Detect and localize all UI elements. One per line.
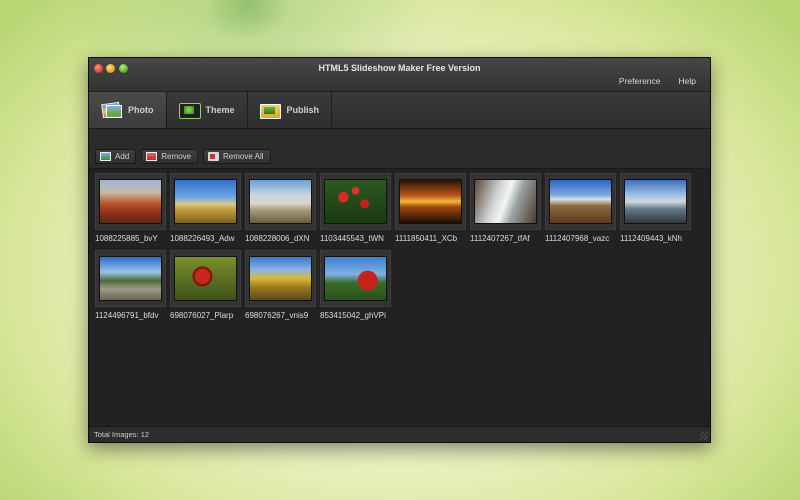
app-window: HTML5 Slideshow Maker Free Version Prefe… bbox=[88, 57, 711, 443]
remove-photo-icon bbox=[146, 152, 158, 161]
image-caption: 698076267_vnis9 bbox=[245, 311, 309, 320]
image-caption: 853415042_ghVPi bbox=[320, 311, 386, 320]
trash-icon bbox=[208, 152, 220, 161]
title-bar: HTML5 Slideshow Maker Free Version Prefe… bbox=[89, 58, 710, 92]
status-bar: Total Images: 12 bbox=[89, 426, 710, 442]
thumbnail-frame bbox=[320, 173, 391, 230]
image-item[interactable]: 1088228006_dXN bbox=[245, 173, 316, 244]
total-images-count: Total Images: 12 bbox=[94, 430, 150, 439]
thumbnail-image bbox=[549, 179, 612, 224]
publish-icon bbox=[259, 102, 281, 119]
menu-preference[interactable]: Preference bbox=[619, 76, 661, 86]
thumbnail-frame bbox=[395, 173, 466, 230]
remove-all-button[interactable]: Remove All bbox=[203, 149, 271, 164]
tab-photo[interactable]: Photo bbox=[89, 92, 167, 128]
image-caption: 1124496791_bfdv bbox=[95, 311, 159, 320]
thumbnail-image bbox=[249, 256, 312, 301]
thumbnail-frame bbox=[95, 250, 166, 307]
resize-grip-icon[interactable] bbox=[700, 432, 708, 440]
tab-publish[interactable]: Publish bbox=[248, 92, 333, 128]
thumbnail-image bbox=[399, 179, 462, 224]
image-grid: 1088225885_bvY 1088226493_Adw 1088228006… bbox=[95, 173, 705, 321]
tab-theme[interactable]: Theme bbox=[167, 92, 248, 128]
thumbnail-image bbox=[174, 256, 237, 301]
image-item[interactable]: 1111850411_XCb bbox=[395, 173, 466, 244]
thumbnail-image bbox=[174, 179, 237, 224]
image-item[interactable]: 1112409443_kNh bbox=[620, 173, 691, 244]
thumbnail-frame bbox=[170, 250, 241, 307]
photo-icon bbox=[100, 102, 122, 118]
image-caption: 1088226493_Adw bbox=[170, 234, 235, 243]
image-item[interactable]: 853415042_ghVPi bbox=[320, 250, 391, 321]
image-caption: 1112407968_vazc bbox=[545, 234, 610, 243]
thumbnail-image bbox=[324, 256, 387, 301]
image-item[interactable]: 1124496791_bfdv bbox=[95, 250, 166, 321]
theme-icon bbox=[178, 102, 201, 119]
tab-theme-label: Theme bbox=[205, 105, 235, 115]
menu-bar: Preference Help bbox=[619, 76, 696, 86]
tab-publish-label: Publish bbox=[286, 105, 320, 115]
image-caption: 1112407267_tfAf bbox=[470, 234, 530, 243]
thumbnail-frame bbox=[620, 173, 691, 230]
remove-all-button-label: Remove All bbox=[223, 152, 264, 161]
window-title: HTML5 Slideshow Maker Free Version bbox=[318, 63, 481, 73]
image-caption: 698076027_Plarp bbox=[170, 311, 234, 320]
tab-photo-label: Photo bbox=[128, 105, 154, 115]
thumbnail-frame bbox=[95, 173, 166, 230]
thumbnail-frame bbox=[245, 250, 316, 307]
remove-button[interactable]: Remove bbox=[141, 149, 199, 164]
image-item[interactable]: 1103445543_tWN bbox=[320, 173, 391, 244]
thumbnail-image bbox=[99, 179, 162, 224]
action-bar: Add Remove Remove All bbox=[89, 129, 710, 169]
image-item[interactable]: 698076267_vnis9 bbox=[245, 250, 316, 321]
main-toolbar: Photo Theme Publish bbox=[89, 92, 710, 129]
thumbnail-frame bbox=[545, 173, 616, 230]
image-caption: 1103445543_tWN bbox=[320, 234, 384, 243]
thumbnail-frame bbox=[470, 173, 541, 230]
image-list-area: 1088225885_bvY 1088226493_Adw 1088228006… bbox=[89, 169, 710, 426]
image-item[interactable]: 698076027_Plarp bbox=[170, 250, 241, 321]
add-button-label: Add bbox=[115, 152, 130, 161]
menu-help[interactable]: Help bbox=[679, 76, 696, 86]
image-caption: 1112409443_kNh bbox=[620, 234, 682, 243]
remove-button-label: Remove bbox=[161, 152, 192, 161]
thumbnail-image bbox=[624, 179, 687, 224]
thumbnail-frame bbox=[170, 173, 241, 230]
background-leaf bbox=[197, 0, 303, 54]
image-item[interactable]: 1088225885_bvY bbox=[95, 173, 166, 244]
thumbnail-frame bbox=[245, 173, 316, 230]
add-button[interactable]: Add bbox=[95, 149, 137, 164]
thumbnail-image bbox=[99, 256, 162, 301]
thumbnail-frame bbox=[320, 250, 391, 307]
image-caption: 1088228006_dXN bbox=[245, 234, 310, 243]
thumbnail-image bbox=[474, 179, 537, 224]
image-caption: 1088225885_bvY bbox=[95, 234, 158, 243]
thumbnail-image bbox=[324, 179, 387, 224]
image-item[interactable]: 1112407267_tfAf bbox=[470, 173, 541, 244]
image-item[interactable]: 1088226493_Adw bbox=[170, 173, 241, 244]
image-item[interactable]: 1112407968_vazc bbox=[545, 173, 616, 244]
add-photo-icon bbox=[100, 152, 111, 161]
thumbnail-image bbox=[249, 179, 312, 224]
image-caption: 1111850411_XCb bbox=[395, 234, 458, 243]
